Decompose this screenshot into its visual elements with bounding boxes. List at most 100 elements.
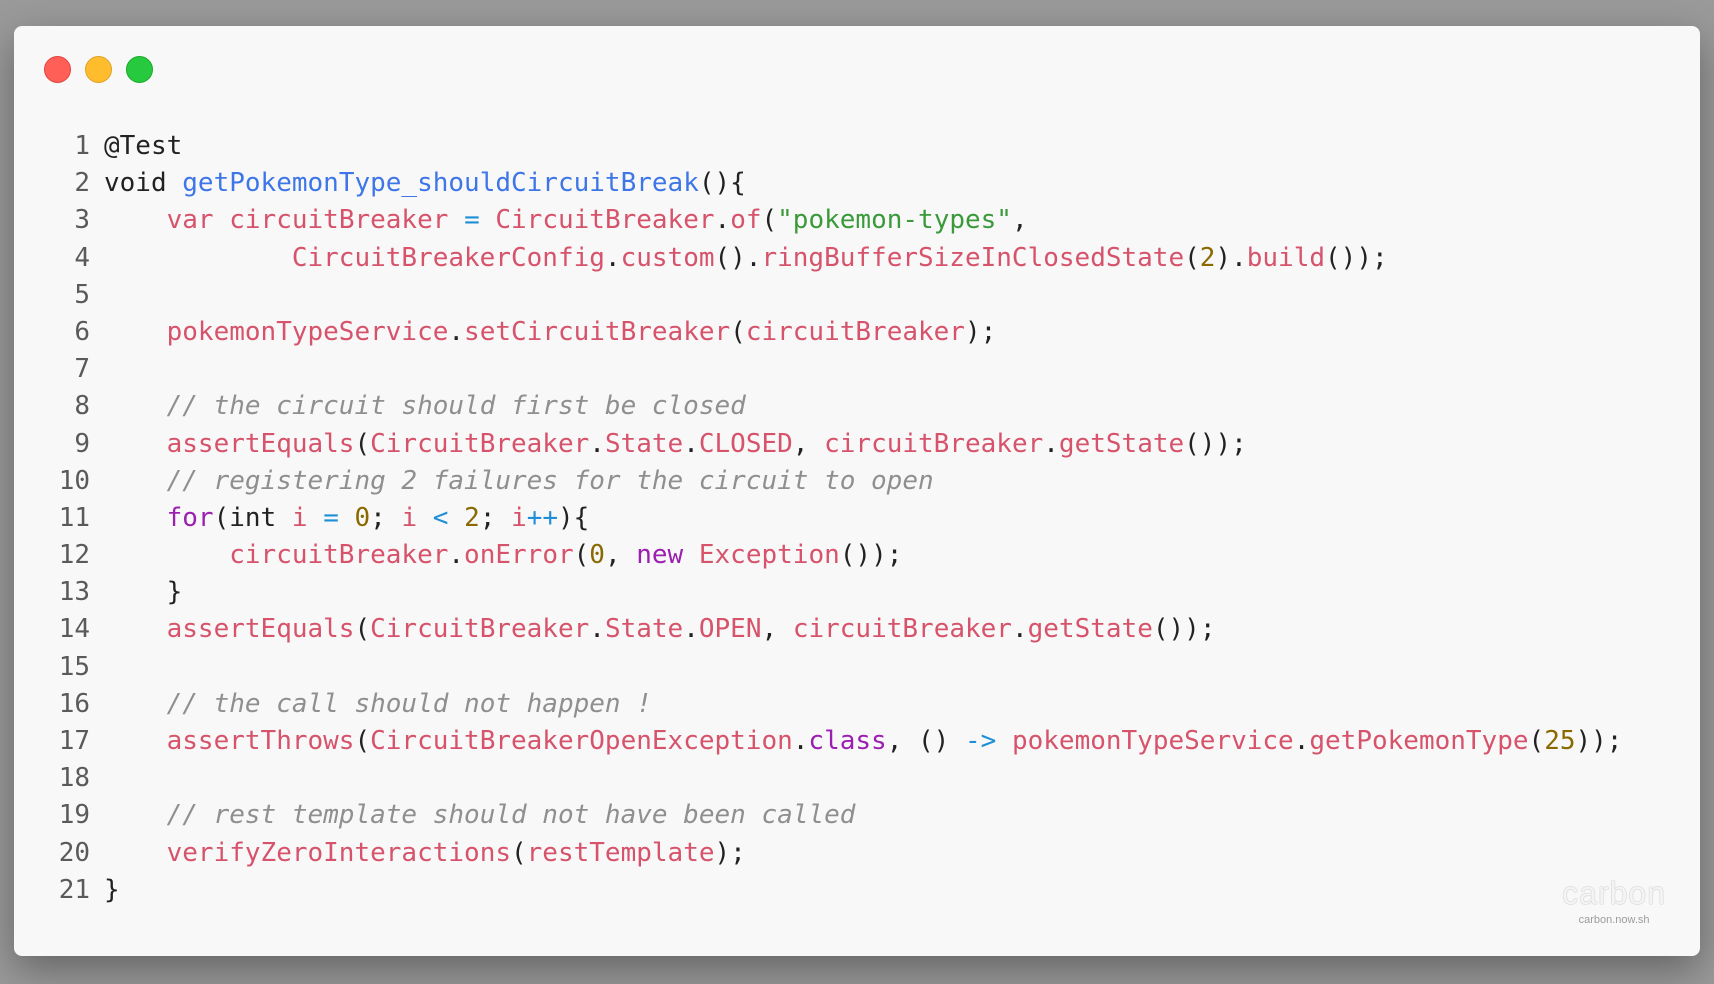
code-token: var [166, 205, 214, 236]
code-token: getState [1058, 428, 1185, 459]
code-token: ( [1184, 242, 1200, 273]
close-icon[interactable] [44, 56, 71, 83]
code-token: . [604, 242, 621, 273]
code-line: 4 CircuitBreakerConfig.custom().ringBuff… [14, 240, 1700, 277]
code-token: . [1293, 726, 1310, 756]
code-token: ( [730, 316, 746, 347]
code-text: } [104, 574, 183, 611]
code-token: , [761, 614, 793, 645]
line-number: 15 [58, 651, 90, 682]
code-token: circuitBreaker [229, 540, 449, 571]
carbon-logo: carbon [1562, 875, 1666, 911]
code-text: var circuitBreaker = CircuitBreaker.of("… [104, 202, 1028, 239]
code-token: . [448, 540, 465, 571]
code-line: 21} [14, 872, 1700, 909]
code-line: 10 // registering 2 failures for the cir… [14, 463, 1700, 500]
code-token: pokemonTypeService [166, 316, 449, 347]
code-token: ()); [1325, 242, 1388, 273]
code-token: CircuitBreaker [370, 428, 590, 459]
line-number: 21 [58, 874, 90, 905]
code-text: // rest template should not have been ca… [104, 797, 856, 834]
line-number: 8 [74, 391, 90, 422]
code-token: . [714, 205, 731, 236]
code-window: 1 @Test 2 void getPokemonType_shouldCircuit… [14, 26, 1700, 956]
code-token: verifyZeroInteractions [166, 837, 511, 868]
code-token: // rest template should not have been ca… [166, 800, 856, 831]
minimize-icon[interactable] [85, 56, 112, 83]
code-text: // registering 2 failures for the circui… [104, 463, 934, 500]
code-token: ; [479, 502, 512, 533]
line-number: 4 [74, 242, 90, 273]
code-token: . [589, 614, 605, 645]
code-token: ); [964, 316, 997, 347]
code-token: pokemonTypeService [1011, 726, 1294, 756]
line-number: 9 [74, 428, 90, 459]
code-token: . [589, 428, 605, 459]
code-token: CircuitBreakerConfig [291, 242, 605, 273]
code-line: 5 [14, 277, 1700, 314]
code-token: ( [761, 205, 778, 236]
line-number: 17 [58, 726, 90, 756]
code-token: circuitBreaker [745, 316, 965, 347]
code-line: 3 var circuitBreaker = CircuitBreaker.of… [14, 202, 1700, 239]
code-token: } [104, 874, 120, 905]
code-token: < [432, 502, 449, 533]
code-token: CLOSED [698, 428, 793, 459]
code-token: CircuitBreaker [370, 614, 590, 645]
code-token: assertEquals [166, 614, 355, 645]
code-line: 20 verifyZeroInteractions(restTemplate); [14, 835, 1700, 872]
code-token: ()); [839, 540, 903, 571]
line-number: 18 [58, 763, 90, 794]
code-line: 16 // the call should not happen ! [14, 686, 1700, 723]
line-number: 14 [58, 614, 90, 645]
code-line: 18 [14, 760, 1700, 797]
code-text: circuitBreaker.onError(0, new Exception(… [104, 537, 902, 574]
line-number: 5 [74, 279, 90, 310]
code-line: 12 circuitBreaker.onError(0, new Excepti… [14, 537, 1700, 574]
code-token: restTemplate [526, 837, 715, 868]
code-token: // the circuit should first be closed [166, 391, 746, 422]
code-token: )); [1575, 726, 1623, 756]
code-line: 19 // rest template should not have been… [14, 797, 1700, 834]
line-number: 3 [74, 205, 90, 236]
code-text: assertEquals(CircuitBreaker.State.OPEN, … [104, 611, 1216, 648]
code-token: 2 [1199, 242, 1216, 273]
code-token: ( [354, 614, 371, 645]
code-token: . [1043, 428, 1059, 459]
maximize-icon[interactable] [126, 56, 153, 83]
code-text: assertEquals(CircuitBreaker.State.CLOSED… [104, 426, 1247, 463]
code-token: ( [354, 428, 371, 459]
code-text: void getPokemonType_shouldCircuitBreak()… [104, 165, 746, 202]
code-token: for [166, 502, 214, 533]
code-token: ; [370, 502, 402, 533]
line-number: 12 [58, 540, 90, 571]
code-text: pokemonTypeService.setCircuitBreaker(cir… [104, 314, 997, 351]
code-token: circuitBreaker [229, 205, 449, 236]
code-token: , [792, 428, 825, 459]
code-token: , () [886, 726, 965, 756]
code-text: assertThrows(CircuitBreakerOpenException… [104, 723, 1623, 760]
window-controls [44, 56, 153, 83]
code-token: = [323, 502, 339, 533]
code-token: 25 [1544, 726, 1576, 756]
code-token: getPokemonType [1309, 726, 1529, 756]
code-line: 7 [14, 351, 1700, 388]
code-token: getPokemonType_shouldCircuitBreak [182, 168, 699, 199]
code-token: . [683, 428, 699, 459]
code-token: (){ [698, 168, 746, 199]
code-line: 2 void getPokemonType_shouldCircuitBreak(… [14, 165, 1700, 202]
line-number: 19 [58, 800, 90, 831]
code-text: // the call should not happen ! [104, 686, 652, 723]
